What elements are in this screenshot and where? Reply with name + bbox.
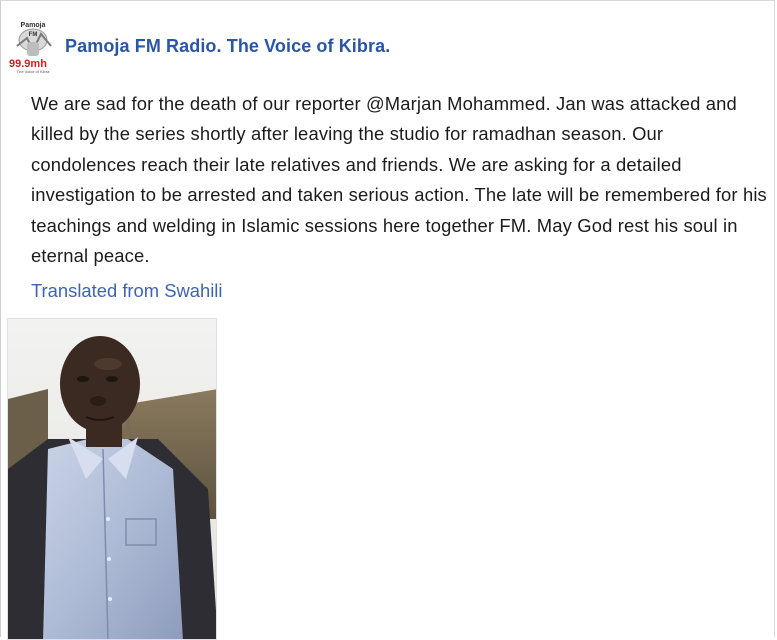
post-body-text: We are sad for the death of our reporter… (31, 93, 767, 267)
translated-from-link[interactable]: Translated from Swahili (31, 280, 222, 302)
page-avatar[interactable]: Pamoja FM 99.9mh The Voice of Kibra (7, 20, 59, 74)
post-header: Pamoja FM 99.9mh The Voice of Kibra Pamo… (7, 19, 390, 75)
logo-subtitle: FM (29, 32, 38, 38)
logo-tagline: The Voice of Kibra (17, 69, 50, 74)
person-photo-image (8, 319, 216, 639)
post-card: Pamoja FM 99.9mh The Voice of Kibra Pamo… (0, 0, 775, 640)
pamoja-logo-icon: Pamoja FM 99.9mh The Voice of Kibra (7, 20, 59, 74)
logo-title: Pamoja (21, 22, 46, 29)
page-name-link[interactable]: Pamoja FM Radio. The Voice of Kibra. (65, 36, 390, 57)
post-photo[interactable] (7, 318, 217, 640)
